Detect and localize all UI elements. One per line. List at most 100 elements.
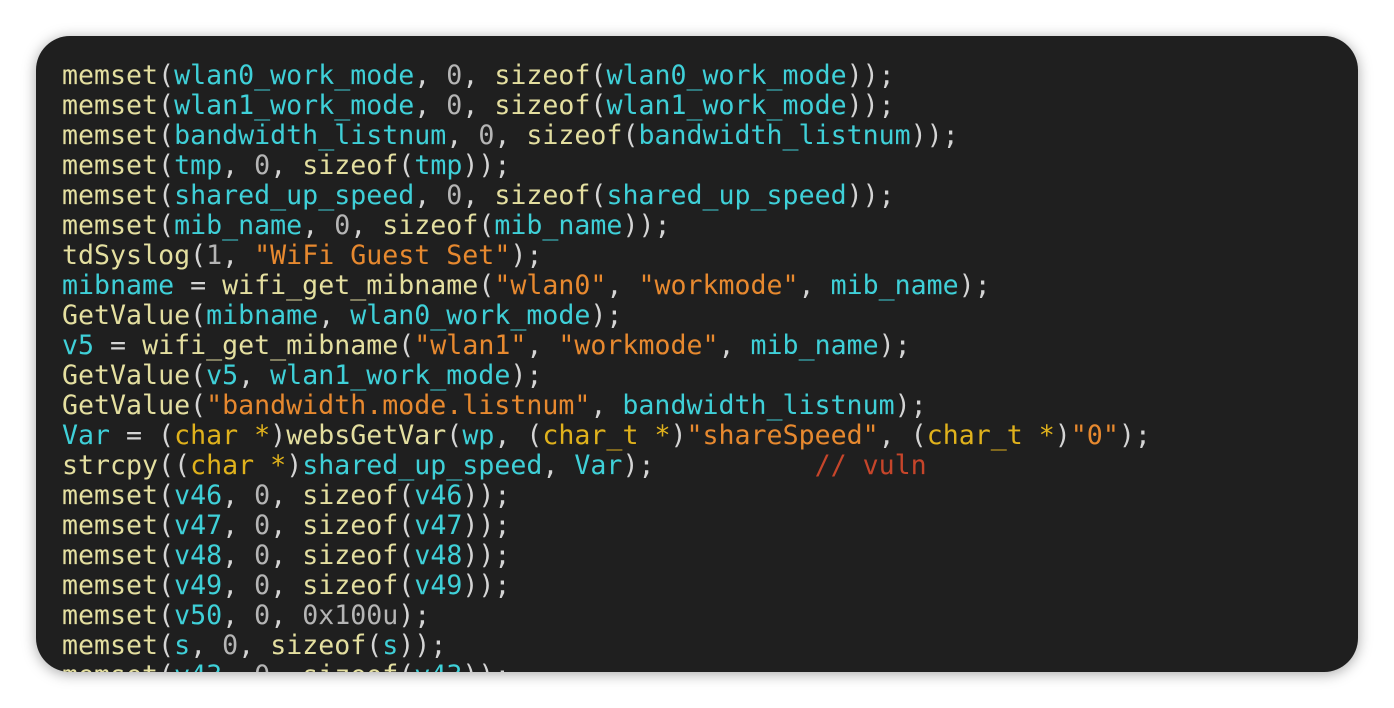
code-token: memset xyxy=(62,510,159,541)
code-token: sizeof xyxy=(302,570,399,601)
code-token: bandwidth_listnum xyxy=(622,390,895,421)
code-token: , xyxy=(222,660,254,673)
code-token: 0 xyxy=(254,480,271,511)
code-token: memset xyxy=(62,600,159,631)
code-token: 0 xyxy=(254,600,271,631)
code-token: = xyxy=(174,270,223,301)
code-token: ( xyxy=(398,150,415,181)
code-token: memset xyxy=(62,180,159,211)
code-token: char_t * xyxy=(542,420,671,451)
code-token: , xyxy=(350,210,383,241)
code-token: v47 xyxy=(414,510,463,541)
code-token: , xyxy=(542,450,575,481)
code-token: , xyxy=(222,480,255,511)
code-token: sizeof xyxy=(494,90,591,121)
code-token: , xyxy=(270,570,303,601)
code-token: v48 xyxy=(174,540,223,571)
code-token: )); xyxy=(846,180,895,211)
code-token: ( xyxy=(190,390,207,421)
code-token: ( xyxy=(158,120,175,151)
code-token: , xyxy=(190,630,223,661)
code-token: bandwidth_listnum xyxy=(174,120,447,151)
code-token: , xyxy=(318,300,351,331)
code-token: , xyxy=(798,270,831,301)
code-token: )); xyxy=(462,660,510,673)
code-token: v43 xyxy=(174,660,222,673)
code-token: ( xyxy=(158,60,175,91)
code-token: sizeof xyxy=(302,480,399,511)
code-line: memset(v46, 0, sizeof(v46)); xyxy=(62,481,1151,511)
code-token: wifi_get_mibname xyxy=(142,330,399,361)
code-token: v48 xyxy=(414,540,463,571)
code-token: wlan0_work_mode xyxy=(174,60,415,91)
code-token: , ( xyxy=(878,420,927,451)
code-line: memset(v49, 0, sizeof(v49)); xyxy=(62,571,1151,601)
code-token: ( xyxy=(158,540,175,571)
code-token: , xyxy=(222,600,255,631)
code-token: ); xyxy=(1118,420,1151,451)
code-token: v46 xyxy=(174,480,223,511)
code-line: memset(shared_up_speed, 0, sizeof(shared… xyxy=(62,181,1151,211)
code-token: v5 xyxy=(62,330,95,361)
code-token: ( xyxy=(158,210,175,241)
code-token: ( xyxy=(622,120,639,151)
code-token: ( xyxy=(158,90,175,121)
code-token: , xyxy=(238,360,271,391)
code-token: , xyxy=(414,180,447,211)
code-token: sizeof xyxy=(302,510,399,541)
code-token: ( xyxy=(398,660,414,673)
code-token: "workmode" xyxy=(638,270,799,301)
code-token: mibname xyxy=(206,300,319,331)
code-token: 0 xyxy=(334,210,351,241)
code-token: , xyxy=(270,480,303,511)
code-token: )); xyxy=(462,480,511,511)
code-token: v50 xyxy=(174,600,223,631)
code-line: v5 = wifi_get_mibname("wlan1", "workmode… xyxy=(62,331,1151,361)
code-token: GetValue xyxy=(62,360,191,391)
code-token: "workmode" xyxy=(558,330,719,361)
code-token: ); xyxy=(878,330,911,361)
code-token: 0 xyxy=(254,660,270,673)
code-token: , xyxy=(526,330,559,361)
code-token: ( xyxy=(158,480,175,511)
code-token: 0 xyxy=(446,180,463,211)
code-token: 0 xyxy=(446,60,463,91)
code-token: 0 xyxy=(254,150,271,181)
code-token: ); xyxy=(958,270,991,301)
code-token: ( xyxy=(158,570,175,601)
code-token: 0 xyxy=(254,510,271,541)
code-line: GetValue("bandwidth.mode.listnum", bandw… xyxy=(62,391,1151,421)
code-line: memset(v43, 0, sizeof(v43)); xyxy=(62,660,1151,673)
code-token: tmp xyxy=(414,150,463,181)
code-token: ( xyxy=(398,480,415,511)
code-line: Var = (char *)websGetVar(wp, (char_t *)"… xyxy=(62,421,1151,451)
code-token: ( xyxy=(366,630,383,661)
code-token: sizeof xyxy=(270,630,367,661)
code-token: ( xyxy=(478,210,495,241)
code-token: ( xyxy=(590,180,607,211)
code-token: , xyxy=(302,210,335,241)
code-token: 0 xyxy=(254,540,271,571)
code-token: ) xyxy=(1054,420,1071,451)
code-token: wlan0_work_mode xyxy=(606,60,847,91)
code-block: memset(wlan0_work_mode, 0, sizeof(wlan0_… xyxy=(62,60,1151,673)
code-token: ( xyxy=(190,360,207,391)
code-token: memset xyxy=(62,660,158,673)
code-token: v5 xyxy=(206,360,239,391)
code-token: v49 xyxy=(414,570,463,601)
code-token: char * xyxy=(190,450,287,481)
code-token: memset xyxy=(62,480,159,511)
code-token: , xyxy=(222,570,255,601)
code-token: , xyxy=(718,330,751,361)
code-token: "shareSpeed" xyxy=(686,420,879,451)
code-token: 0 xyxy=(222,630,239,661)
code-token: mib_name xyxy=(494,210,623,241)
code-token: memset xyxy=(62,630,159,661)
code-line: mibname = wifi_get_mibname("wlan0", "wor… xyxy=(62,271,1151,301)
code-token: sizeof xyxy=(302,540,399,571)
code-token: v43 xyxy=(414,660,462,673)
code-token: , xyxy=(606,270,639,301)
code-line: memset(v50, 0, 0x100u); xyxy=(62,601,1151,631)
code-snippet-panel: memset(wlan0_work_mode, 0, sizeof(wlan0_… xyxy=(36,36,1358,672)
code-token: 0 xyxy=(446,90,463,121)
